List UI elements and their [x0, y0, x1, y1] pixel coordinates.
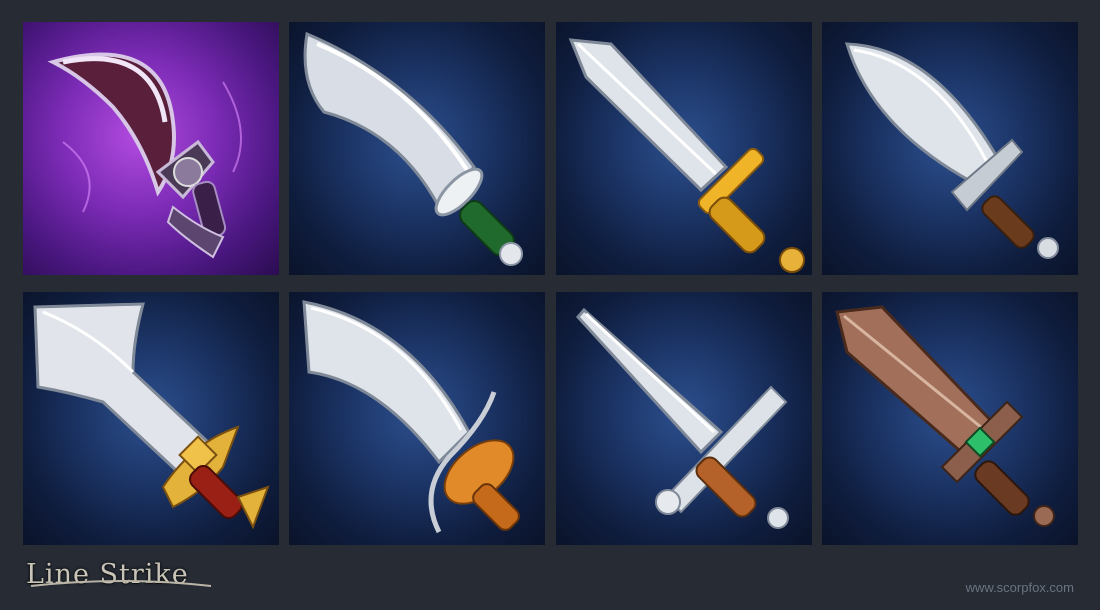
curved-knife-icon [289, 22, 545, 275]
rusty-gem-dagger-icon [822, 292, 1078, 545]
golden-guard-dagger-icon [556, 22, 812, 275]
logo-swoosh [30, 580, 212, 587]
weapon-icon-grid [0, 0, 1100, 560]
website-link[interactable]: www.scorpfox.com [966, 580, 1074, 595]
scroll-guard-dagger-icon [556, 292, 812, 545]
basket-hilt-saber-icon [289, 292, 545, 545]
purple-scimitar-icon [23, 22, 279, 275]
line-strike-logo: Line Strike [26, 552, 212, 596]
broad-cleaver-icon [23, 292, 279, 545]
leaf-dagger-icon [822, 22, 1078, 275]
